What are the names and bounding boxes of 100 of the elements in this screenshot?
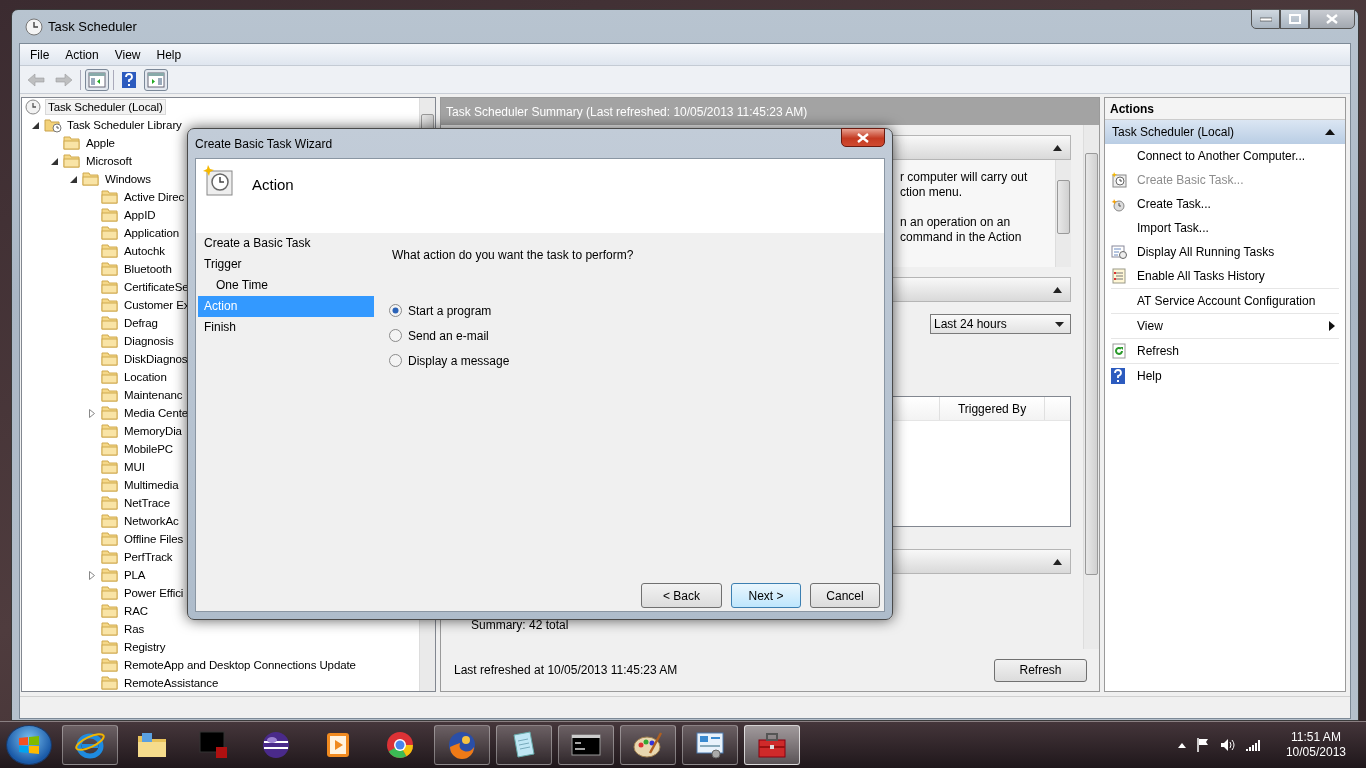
action-item[interactable]: Create Task... xyxy=(1137,197,1339,211)
scrollbar[interactable] xyxy=(1055,160,1071,267)
show-action-pane-button[interactable] xyxy=(144,68,168,91)
tree-item[interactable]: Apple xyxy=(83,135,118,151)
radio-button[interactable] xyxy=(389,329,402,342)
tree-item[interactable]: NetTrace xyxy=(121,495,174,511)
menu-item[interactable]: View xyxy=(106,47,149,62)
collapsed-arrow-icon[interactable] xyxy=(89,408,95,418)
wizard-button[interactable]: Cancel xyxy=(810,583,880,608)
tree-item[interactable]: Windows xyxy=(102,171,154,187)
taskbar-button[interactable] xyxy=(434,725,490,765)
range-dropdown[interactable]: Last 24 hours xyxy=(930,314,1071,334)
folder-icon xyxy=(101,423,119,439)
tree-item[interactable]: RAC xyxy=(121,603,151,619)
taskbar-button[interactable] xyxy=(744,725,800,765)
taskbar-button[interactable] xyxy=(620,725,676,765)
scrollbar-thumb[interactable] xyxy=(1057,180,1070,234)
tree-item[interactable]: PLA xyxy=(121,567,149,583)
show-hidden-icons-button[interactable] xyxy=(1177,742,1186,748)
option-label[interactable]: Send an e-mail xyxy=(408,328,489,343)
show-tree-button[interactable] xyxy=(85,68,109,91)
action-item[interactable]: Display All Running Tasks xyxy=(1137,245,1339,259)
taskbar-button[interactable] xyxy=(62,725,118,765)
tree-item[interactable]: MemoryDia xyxy=(121,423,185,439)
clock-date[interactable]: 10/05/2013 xyxy=(1285,745,1346,760)
description-text: command in the Action xyxy=(900,230,1023,245)
tree-item[interactable]: PerfTrack xyxy=(121,549,176,565)
tree-item[interactable]: Task Scheduler Library xyxy=(64,117,185,133)
tree-item[interactable]: MUI xyxy=(121,459,148,475)
menu-item[interactable]: Action xyxy=(57,47,107,62)
signal-icon[interactable] xyxy=(1245,739,1262,751)
clock-time[interactable]: 11:51 AM xyxy=(1291,730,1341,745)
tree-item[interactable]: Ras xyxy=(121,621,148,637)
wizard-step[interactable]: Trigger xyxy=(198,254,374,275)
minimize-button[interactable] xyxy=(1251,9,1280,29)
tree-item[interactable]: MobilePC xyxy=(121,441,177,457)
taskbar-button[interactable] xyxy=(496,725,552,765)
tree-item[interactable]: Media Cente xyxy=(121,405,192,421)
tree-item[interactable]: Microsoft xyxy=(83,153,135,169)
expanded-arrow-icon[interactable] xyxy=(32,121,39,129)
tree-item[interactable]: Autochk xyxy=(121,243,168,259)
taskbar-button[interactable] xyxy=(558,725,614,765)
action-item[interactable]: Refresh xyxy=(1137,344,1339,358)
flag-icon[interactable] xyxy=(1195,738,1210,752)
action-item[interactable]: Connect to Another Computer... xyxy=(1137,149,1339,163)
menu-item[interactable]: File xyxy=(22,47,58,62)
tree-item[interactable]: Diagnosis xyxy=(121,333,177,349)
wizard-step[interactable]: Finish xyxy=(198,317,374,338)
action-group-header[interactable]: Task Scheduler (Local) xyxy=(1105,120,1345,144)
wizard-button[interactable]: Next > xyxy=(731,583,801,608)
sphere-icon xyxy=(260,729,292,761)
tree-item[interactable]: Multimedia xyxy=(121,477,182,493)
expanded-arrow-icon[interactable] xyxy=(70,175,77,183)
tree-item[interactable]: Maintenanc xyxy=(121,387,186,403)
scrollbar-thumb[interactable] xyxy=(1085,153,1098,575)
collapse-arrow-icon[interactable] xyxy=(1053,144,1062,151)
wizard-step[interactable]: One Time xyxy=(198,275,374,296)
column-header[interactable]: Triggered By xyxy=(940,397,1045,420)
collapse-arrow-icon[interactable] xyxy=(1053,558,1062,565)
radio-button[interactable] xyxy=(389,354,402,367)
wizard-step[interactable]: Create a Basic Task xyxy=(198,233,374,254)
scrollbar[interactable] xyxy=(1083,125,1099,649)
action-item[interactable]: Import Task... xyxy=(1137,221,1339,235)
tree-item[interactable]: Power Effici xyxy=(121,585,187,601)
tree-item[interactable]: Defrag xyxy=(121,315,161,331)
tree-item[interactable]: RemoteAssistance xyxy=(121,675,222,691)
close-button[interactable] xyxy=(841,128,885,147)
tree-item[interactable]: NetworkAc xyxy=(121,513,182,529)
action-item[interactable]: View xyxy=(1137,319,1329,333)
option-label[interactable]: Start a program xyxy=(408,303,492,318)
last-refreshed-text: Last refreshed at 10/05/2013 11:45:23 AM xyxy=(454,663,678,677)
clock-star-icon xyxy=(202,165,234,197)
tree-item[interactable]: Active Direc xyxy=(121,189,188,205)
action-item[interactable]: Enable All Tasks History xyxy=(1137,269,1339,283)
tree-item[interactable]: Registry xyxy=(121,639,169,655)
tree-item[interactable]: DiskDiagnos xyxy=(121,351,191,367)
refresh-button[interactable]: Refresh xyxy=(994,658,1087,682)
collapse-arrow-icon[interactable] xyxy=(1053,286,1062,293)
action-item[interactable]: AT Service Account Configuration xyxy=(1137,294,1339,308)
folder-icon xyxy=(101,531,119,547)
close-button[interactable] xyxy=(1309,9,1355,29)
menu-item[interactable]: Help xyxy=(148,47,190,62)
tree-item[interactable]: Offline Files xyxy=(121,531,187,547)
tree-item[interactable]: Task Scheduler (Local) xyxy=(45,99,166,115)
start-button[interactable] xyxy=(6,725,52,765)
radio-button[interactable] xyxy=(389,304,402,317)
tree-item[interactable]: Bluetooth xyxy=(121,261,175,277)
tree-item[interactable]: Location xyxy=(121,369,170,385)
action-item[interactable]: Help xyxy=(1137,369,1339,383)
tree-item[interactable]: RemoteApp and Desktop Connections Update xyxy=(121,657,359,673)
wizard-button[interactable]: < Back xyxy=(641,583,722,608)
collapsed-arrow-icon[interactable] xyxy=(89,570,95,580)
collapse-arrow-icon[interactable] xyxy=(1325,129,1335,135)
expanded-arrow-icon[interactable] xyxy=(51,157,58,165)
maximize-button[interactable] xyxy=(1280,9,1309,29)
tree-item[interactable]: Application xyxy=(121,225,183,241)
option-label[interactable]: Display a message xyxy=(408,353,510,368)
speaker-icon[interactable] xyxy=(1219,738,1236,752)
tree-item[interactable]: AppID xyxy=(121,207,159,223)
taskbar-button[interactable] xyxy=(682,725,738,765)
